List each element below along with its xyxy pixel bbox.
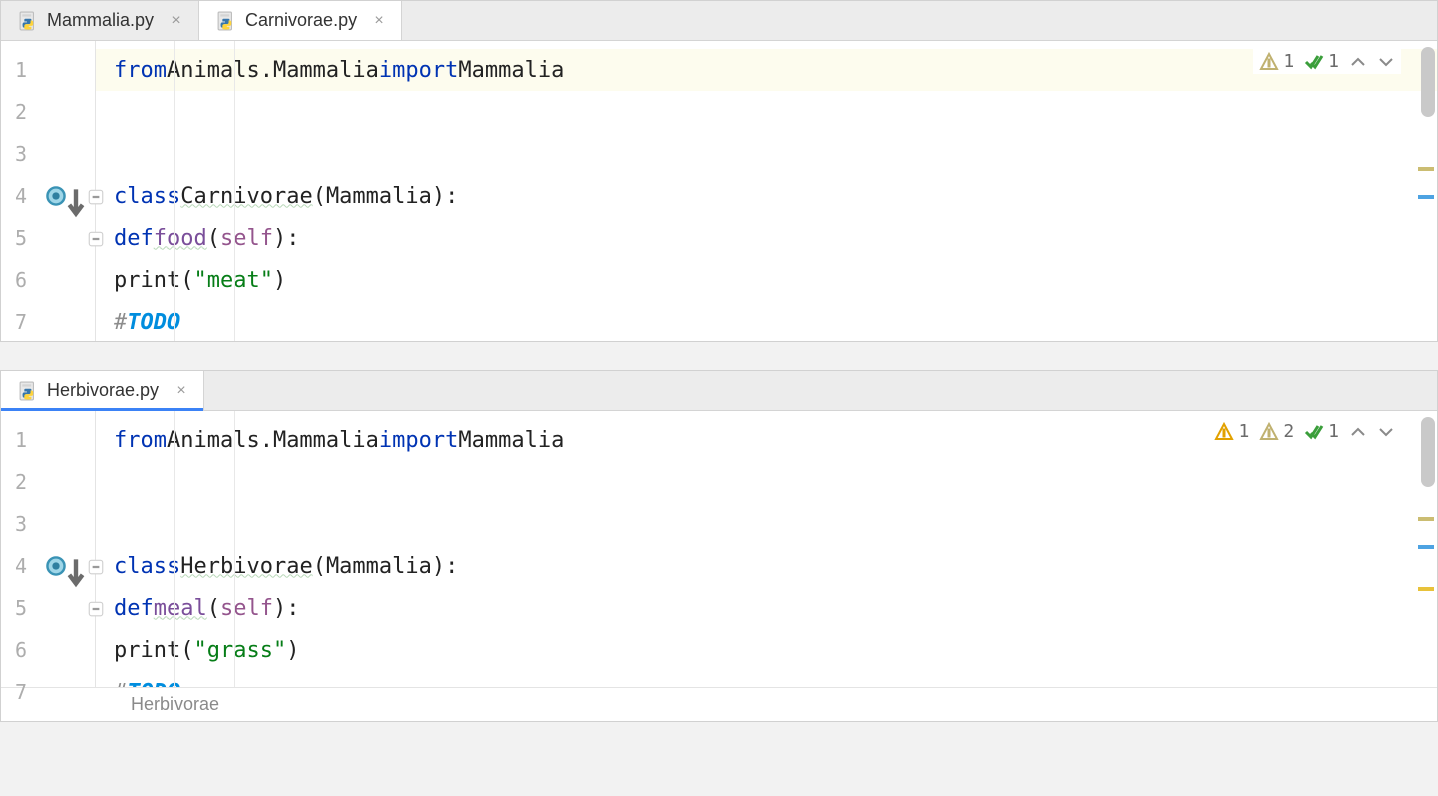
code-line[interactable]: # TODO [96,301,1437,341]
code-line[interactable]: class Herbivorae (Mammalia): [96,545,1437,587]
chevron-up-icon[interactable] [1349,423,1367,441]
gutter-line[interactable]: 1 [1,49,95,91]
python-file-icon [19,381,39,401]
gutter-line[interactable]: 1 [1,419,95,461]
tab-mammalia[interactable]: Mammalia.py × [1,1,199,40]
python-file-icon [217,11,237,31]
close-icon[interactable]: × [371,12,387,30]
close-icon[interactable]: × [173,382,189,400]
gutter-line[interactable]: 5 [1,217,95,259]
tab-carnivorae[interactable]: Carnivorae.py × [199,1,402,40]
code-line[interactable]: # TODO [96,671,1437,687]
gutter-line[interactable]: 3 [1,503,95,545]
code-line[interactable]: class Carnivorae(Mammalia): [96,175,1437,217]
editor-body: 1 2 3 4 5 6 7 from Animals.Mammalia impo… [1,41,1437,341]
error-stripe-mark[interactable] [1418,195,1434,199]
error-stripe-mark[interactable] [1418,167,1434,171]
inspection-widget[interactable]: 1 2 1 [1208,419,1401,444]
chevron-down-icon[interactable] [1377,53,1395,71]
ok-check-icon[interactable]: 1 [1304,421,1339,442]
gutter-line[interactable]: 3 [1,133,95,175]
warning-gray-icon[interactable]: 2 [1259,421,1294,442]
python-file-icon [19,11,39,31]
error-stripe-mark[interactable] [1418,545,1434,549]
gutter-line[interactable]: 6 [1,259,95,301]
tab-label: Herbivorae.py [47,380,159,401]
gutter-line[interactable]: 2 [1,461,95,503]
gutter-line[interactable]: 7 [1,671,95,713]
code-line[interactable]: print("meat") [96,259,1437,301]
editor-pane-top: Mammalia.py × Carnivorae.py × 1 2 3 4 5 … [0,0,1438,342]
code-area[interactable]: from Animals.Mammalia import Mammalia cl… [96,41,1437,341]
gutter-line[interactable]: 4 [1,175,95,217]
tab-bar: Herbivorae.py × [1,371,1437,411]
line-gutter: 1 2 3 4 5 6 7 [1,41,96,341]
scrollbar[interactable] [1419,47,1435,335]
override-gutter-icon[interactable] [45,555,67,577]
code-line[interactable]: from Animals.Mammalia import Mammalia [96,49,1437,91]
ok-check-icon[interactable]: 1 [1304,51,1339,72]
line-gutter: 1 2 3 4 5 6 7 [1,411,96,687]
breadcrumb-bar[interactable]: Herbivorae [1,687,1437,721]
chevron-up-icon[interactable] [1349,53,1367,71]
editor-body: 1 2 3 4 5 6 7 from Animals.Mammalia impo… [1,411,1437,687]
inspection-widget[interactable]: 1 1 [1253,49,1401,74]
gutter-line[interactable]: 5 [1,587,95,629]
code-line[interactable] [96,91,1437,133]
code-line[interactable]: print("grass") [96,629,1437,671]
scrollbar-thumb[interactable] [1421,47,1435,117]
code-line[interactable] [96,133,1437,175]
code-line[interactable] [96,461,1437,503]
code-line[interactable]: def meal(self): [96,587,1437,629]
close-icon[interactable]: × [168,12,184,30]
code-area[interactable]: from Animals.Mammalia import Mammalia cl… [96,411,1437,687]
tab-label: Carnivorae.py [245,10,357,31]
scrollbar-thumb[interactable] [1421,417,1435,487]
tab-label: Mammalia.py [47,10,154,31]
down-arrow-icon [65,185,87,207]
tab-herbivorae[interactable]: Herbivorae.py × [1,371,204,410]
warning-yellow-icon[interactable]: 1 [1214,421,1249,442]
error-stripe-mark[interactable] [1418,517,1434,521]
error-stripe-mark[interactable] [1418,587,1434,591]
tab-bar: Mammalia.py × Carnivorae.py × [1,1,1437,41]
down-arrow-icon [65,555,87,577]
gutter-line[interactable]: 6 [1,629,95,671]
scrollbar[interactable] [1419,417,1435,681]
gutter-line[interactable]: 2 [1,91,95,133]
warning-gray-icon[interactable]: 1 [1259,51,1294,72]
editor-pane-bottom: Herbivorae.py × 1 2 3 4 5 6 7 from Anima… [0,370,1438,722]
gutter-line[interactable]: 7 [1,301,95,343]
gutter-line[interactable]: 4 [1,545,95,587]
chevron-down-icon[interactable] [1377,423,1395,441]
code-line[interactable]: def food(self): [96,217,1437,259]
breadcrumb[interactable]: Herbivorae [131,694,219,715]
override-gutter-icon[interactable] [45,185,67,207]
code-line[interactable] [96,503,1437,545]
